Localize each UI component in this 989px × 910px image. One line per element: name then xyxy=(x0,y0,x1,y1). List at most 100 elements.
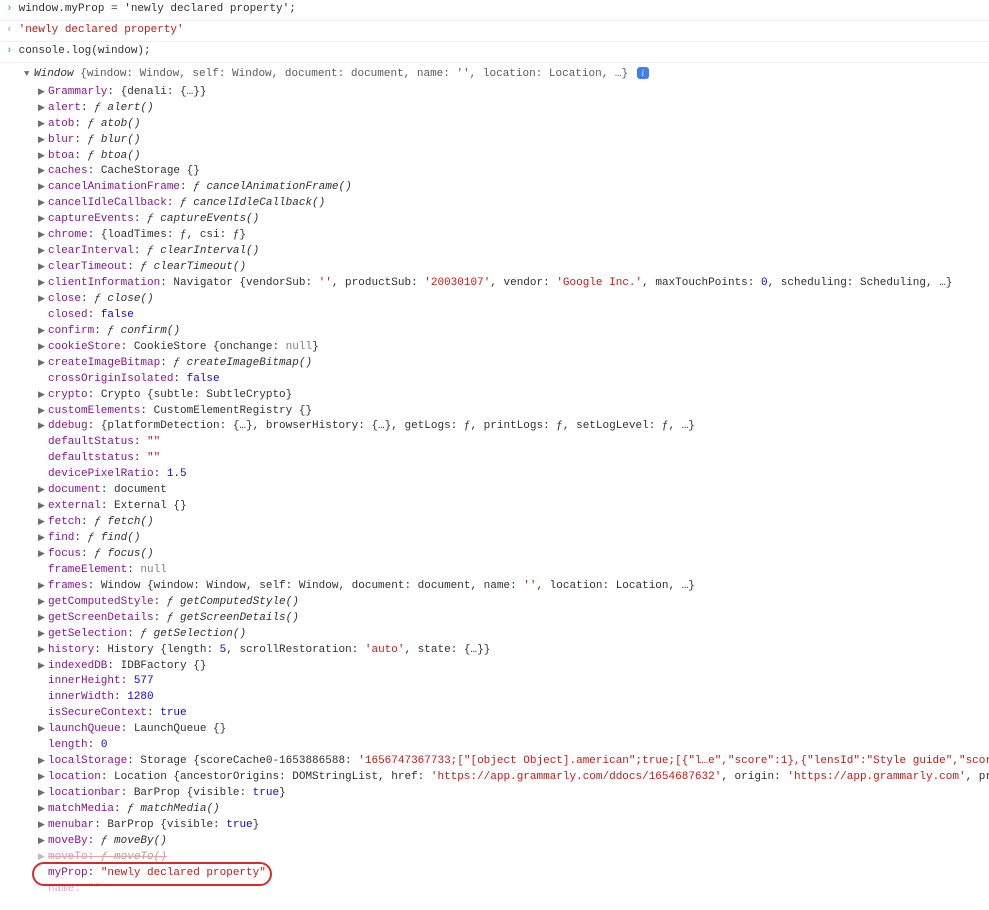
property-row[interactable]: localStorage: Storage {scoreCache0-16538… xyxy=(38,754,983,770)
property-row[interactable]: indexedDB: IDBFactory {} xyxy=(38,659,983,675)
property-row[interactable]: location: Location {ancestorOrigins: DOM… xyxy=(38,770,983,786)
property-row[interactable]: moveTo: ƒ moveTo() xyxy=(38,850,983,866)
property-row[interactable]: atob: ƒ atob() xyxy=(38,117,983,133)
property-value: ƒ close() xyxy=(94,293,153,305)
property-key: closed xyxy=(48,309,88,321)
object-header[interactable]: Window {window: Window, self: Window, do… xyxy=(24,67,983,83)
disclosure-triangle-icon[interactable] xyxy=(38,515,48,531)
property-value: ƒ fetch() xyxy=(94,516,153,528)
property-row: length: 0 xyxy=(38,738,983,754)
property-value: ƒ confirm() xyxy=(107,325,180,337)
disclosure-triangle-icon[interactable] xyxy=(38,802,48,818)
disclosure-triangle-icon[interactable] xyxy=(38,419,48,435)
disclosure-triangle-icon[interactable] xyxy=(38,196,48,212)
console-input-row[interactable]: window.myProp = 'newly declared property… xyxy=(0,0,989,21)
disclosure-triangle-icon[interactable] xyxy=(38,547,48,563)
disclosure-triangle-icon[interactable] xyxy=(38,276,48,292)
info-badge-icon[interactable]: i xyxy=(637,67,649,79)
disclosure-triangle-icon[interactable] xyxy=(38,388,48,404)
property-row[interactable]: chrome: {loadTimes: ƒ, csi: ƒ} xyxy=(38,228,983,244)
property-row[interactable]: launchQueue: LaunchQueue {} xyxy=(38,722,983,738)
disclosure-triangle-icon[interactable] xyxy=(38,483,48,499)
disclosure-triangle-icon[interactable] xyxy=(38,356,48,372)
disclosure-triangle-icon[interactable] xyxy=(38,722,48,738)
disclosure-triangle-icon[interactable] xyxy=(38,499,48,515)
disclosure-triangle-icon[interactable] xyxy=(38,834,48,850)
disclosure-triangle-icon[interactable] xyxy=(38,212,48,228)
disclosure-triangle-icon[interactable] xyxy=(38,611,48,627)
property-row[interactable]: clientInformation: Navigator {vendorSub:… xyxy=(38,276,983,292)
property-row[interactable]: fetch: ƒ fetch() xyxy=(38,515,983,531)
property-row[interactable]: cookieStore: CookieStore {onchange: null… xyxy=(38,340,983,356)
disclosure-triangle-icon[interactable] xyxy=(38,228,48,244)
property-row[interactable]: focus: ƒ focus() xyxy=(38,547,983,563)
property-row[interactable]: crypto: Crypto {subtle: SubtleCrypto} xyxy=(38,388,983,404)
disclosure-triangle-icon[interactable] xyxy=(38,340,48,356)
disclosure-triangle-icon[interactable] xyxy=(38,101,48,117)
disclosure-triangle-icon[interactable] xyxy=(38,404,48,420)
property-key: myProp xyxy=(48,867,88,879)
disclosure-triangle-icon[interactable] xyxy=(38,85,48,101)
property-row[interactable]: cancelIdleCallback: ƒ cancelIdleCallback… xyxy=(38,196,983,212)
property-value: External {} xyxy=(114,500,187,512)
disclosure-triangle-icon[interactable] xyxy=(38,260,48,276)
disclosure-triangle-icon[interactable] xyxy=(38,595,48,611)
property-value: ƒ cancelAnimationFrame() xyxy=(193,181,351,193)
disclosure-triangle-icon[interactable] xyxy=(24,67,34,83)
property-row[interactable]: blur: ƒ blur() xyxy=(38,133,983,149)
property-row[interactable]: getComputedStyle: ƒ getComputedStyle() xyxy=(38,595,983,611)
disclosure-triangle-icon[interactable] xyxy=(38,133,48,149)
disclosure-triangle-icon[interactable] xyxy=(38,579,48,595)
property-row[interactable]: captureEvents: ƒ captureEvents() xyxy=(38,212,983,228)
property-row[interactable]: document: document xyxy=(38,483,983,499)
property-row[interactable]: matchMedia: ƒ matchMedia() xyxy=(38,802,983,818)
property-row[interactable]: confirm: ƒ confirm() xyxy=(38,324,983,340)
property-row[interactable]: getScreenDetails: ƒ getScreenDetails() xyxy=(38,611,983,627)
property-value: "" xyxy=(147,436,160,448)
disclosure-triangle-icon[interactable] xyxy=(38,531,48,547)
property-row[interactable]: locationbar: BarProp {visible: true} xyxy=(38,786,983,802)
property-row[interactable]: close: ƒ close() xyxy=(38,292,983,308)
disclosure-triangle-icon[interactable] xyxy=(38,324,48,340)
disclosure-triangle-icon[interactable] xyxy=(38,164,48,180)
property-value: ƒ getComputedStyle() xyxy=(167,596,299,608)
property-row[interactable]: find: ƒ find() xyxy=(38,531,983,547)
disclosure-triangle-icon[interactable] xyxy=(38,786,48,802)
disclosure-triangle-icon[interactable] xyxy=(38,117,48,133)
property-key: external xyxy=(48,500,101,512)
disclosure-triangle-icon[interactable] xyxy=(38,292,48,308)
property-row[interactable]: Grammarly: {denali: {…}} xyxy=(38,85,983,101)
disclosure-triangle-icon[interactable] xyxy=(38,754,48,770)
disclosure-triangle-icon[interactable] xyxy=(38,850,48,866)
property-row[interactable]: external: External {} xyxy=(38,499,983,515)
disclosure-triangle-icon[interactable] xyxy=(38,643,48,659)
property-row[interactable]: createImageBitmap: ƒ createImageBitmap() xyxy=(38,356,983,372)
property-row[interactable]: history: History {length: 5, scrollResto… xyxy=(38,643,983,659)
property-row[interactable]: alert: ƒ alert() xyxy=(38,101,983,117)
disclosure-triangle-icon[interactable] xyxy=(38,659,48,675)
disclosure-triangle-icon[interactable] xyxy=(38,244,48,260)
property-value: ƒ atob() xyxy=(88,118,141,130)
property-row[interactable]: frames: Window {window: Window, self: Wi… xyxy=(38,579,983,595)
disclosure-triangle-icon[interactable] xyxy=(38,770,48,786)
property-row[interactable]: btoa: ƒ btoa() xyxy=(38,149,983,165)
property-row[interactable]: clearTimeout: ƒ clearTimeout() xyxy=(38,260,983,276)
property-key: getSelection xyxy=(48,628,127,640)
property-row[interactable]: cancelAnimationFrame: ƒ cancelAnimationF… xyxy=(38,180,983,196)
disclosure-triangle-icon[interactable] xyxy=(38,627,48,643)
disclosure-triangle-icon[interactable] xyxy=(38,180,48,196)
property-value: ƒ getScreenDetails() xyxy=(167,612,299,624)
console-object-output: Window {window: Window, self: Window, do… xyxy=(0,63,989,908)
property-row[interactable]: caches: CacheStorage {} xyxy=(38,164,983,180)
property-row[interactable]: clearInterval: ƒ clearInterval() xyxy=(38,244,983,260)
property-row[interactable]: getSelection: ƒ getSelection() xyxy=(38,627,983,643)
property-value: ƒ alert() xyxy=(94,102,153,114)
disclosure-triangle-icon[interactable] xyxy=(38,149,48,165)
property-value: CustomElementRegistry {} xyxy=(154,405,312,417)
disclosure-triangle-icon[interactable] xyxy=(38,818,48,834)
property-row[interactable]: menubar: BarProp {visible: true} xyxy=(38,818,983,834)
property-row[interactable]: customElements: CustomElementRegistry {} xyxy=(38,404,983,420)
property-row[interactable]: moveBy: ƒ moveBy() xyxy=(38,834,983,850)
property-row[interactable]: ddebug: {platformDetection: {…}, browser… xyxy=(38,419,983,435)
console-input-row[interactable]: console.log(window); xyxy=(0,42,989,63)
